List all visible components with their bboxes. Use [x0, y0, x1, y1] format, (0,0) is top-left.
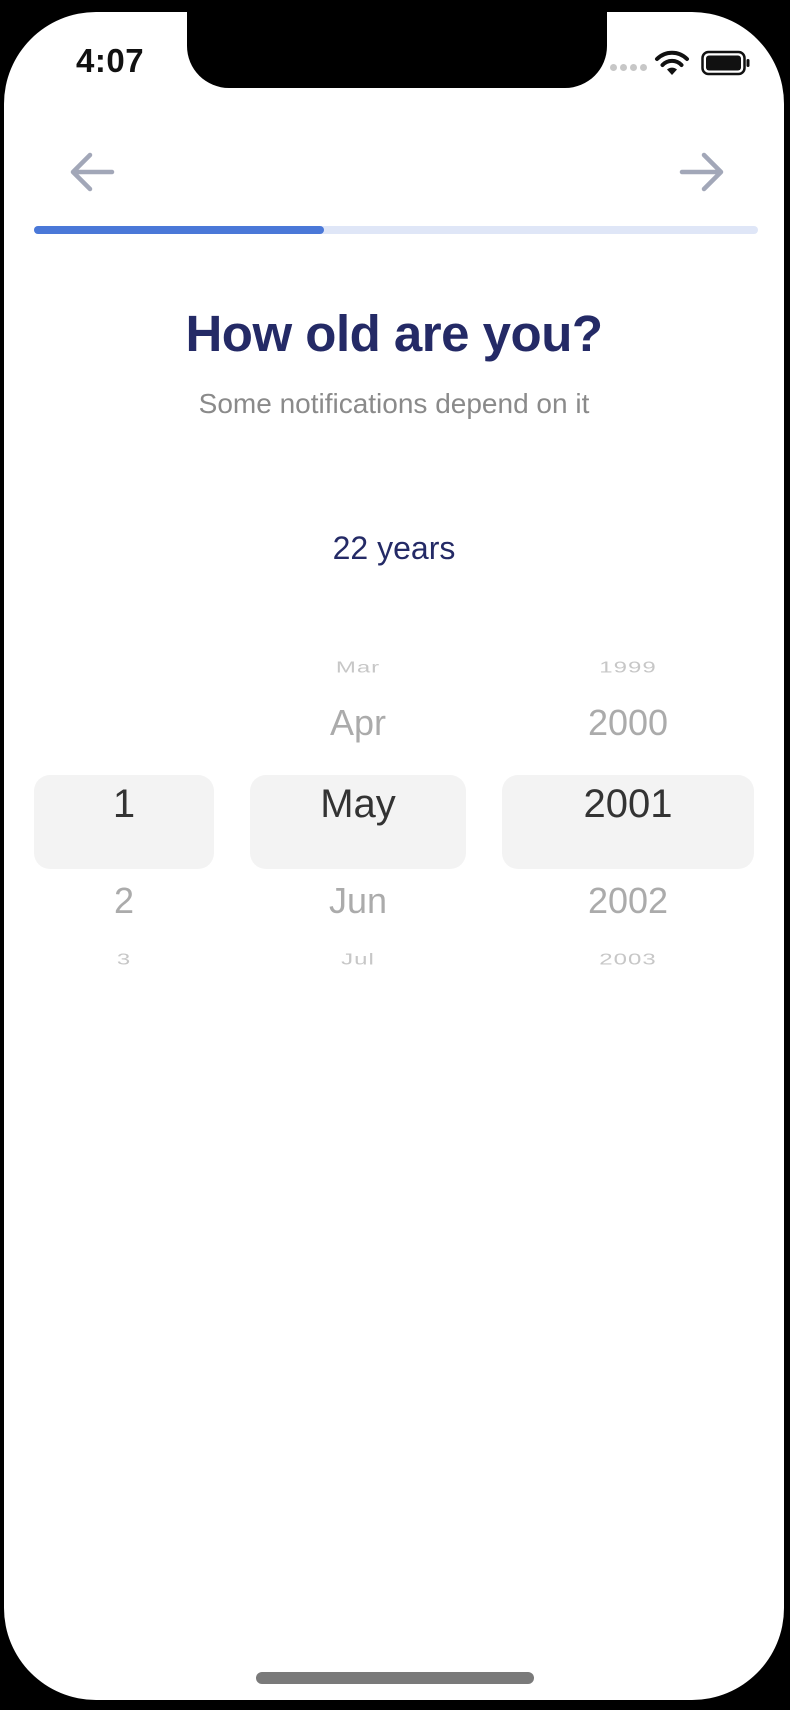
page-subtitle: Some notifications depend on it [198, 388, 590, 419]
day-option[interactable]: 2 [34, 880, 214, 922]
year-option[interactable]: 2000 [502, 702, 754, 744]
arrow-right-icon [679, 152, 724, 192]
device-frame: 4:07 How old are you? Some notifications… [0, 0, 790, 1710]
month-option[interactable]: Mar [250, 659, 466, 677]
app-screen: 4:07 How old are you? Some notifications… [4, 12, 784, 1700]
battery-icon [701, 50, 750, 76]
year-option[interactable]: 2002 [502, 880, 754, 922]
day-option[interactable]: 3 [34, 951, 214, 969]
year-option[interactable]: 2003 [502, 951, 754, 969]
progress-bar [34, 226, 758, 234]
year-option[interactable]: 1999 [502, 659, 754, 677]
year-picker[interactable]: 1999 2000 2001 2002 2003 [502, 652, 754, 1012]
month-option-selected[interactable]: May [250, 782, 466, 827]
back-button[interactable] [62, 142, 122, 202]
progress-fill [34, 226, 324, 234]
day-picker[interactable]: 1 2 3 [34, 652, 214, 1012]
wifi-icon [655, 50, 689, 75]
status-time: 4:07 [76, 42, 145, 79]
arrow-left-icon [70, 152, 115, 192]
year-option-selected[interactable]: 2001 [502, 782, 754, 827]
page-title: How old are you? [185, 305, 603, 362]
month-option[interactable]: Jun [250, 880, 466, 922]
age-display: 22 years [332, 530, 456, 566]
month-option[interactable]: Apr [250, 702, 466, 744]
device-notch [187, 12, 607, 88]
home-indicator[interactable] [256, 1672, 534, 1684]
day-option-selected[interactable]: 1 [34, 782, 214, 827]
month-picker[interactable]: Mar Apr May Jun Jul [250, 652, 466, 1012]
next-button[interactable] [672, 142, 732, 202]
month-option[interactable]: Jul [250, 951, 466, 969]
signal-icon [610, 64, 647, 71]
